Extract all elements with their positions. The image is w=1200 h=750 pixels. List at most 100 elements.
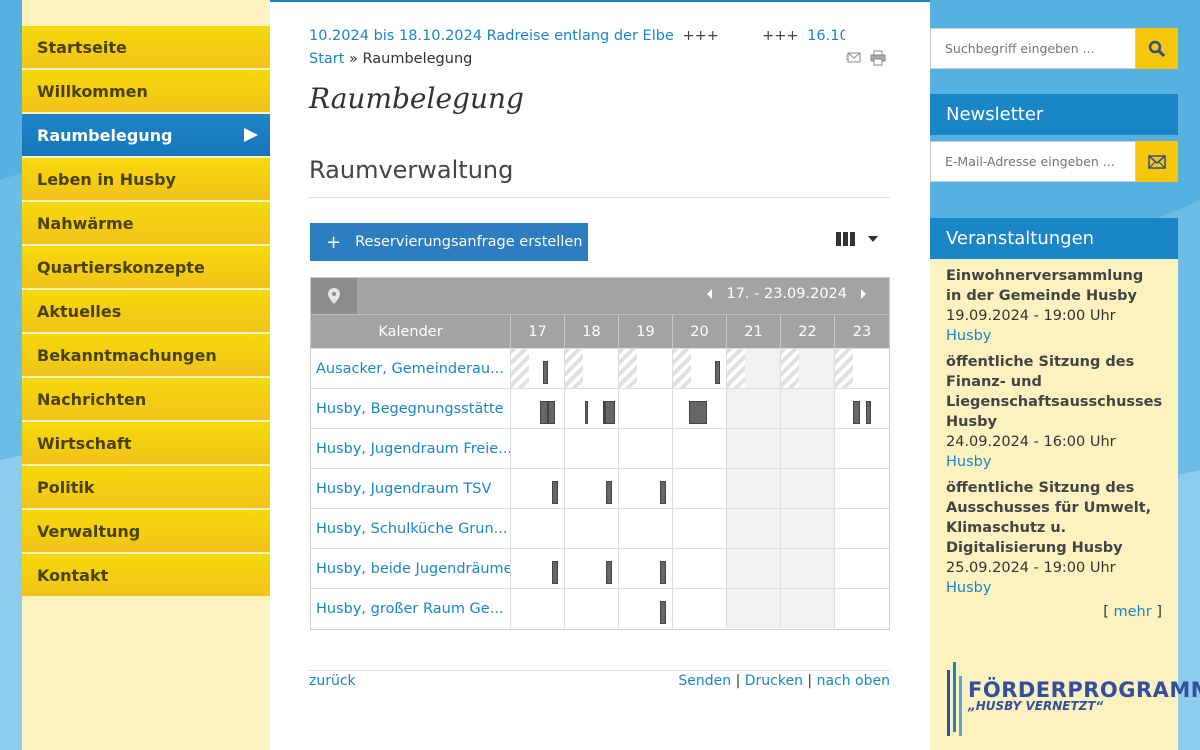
calendar-day-cell[interactable]	[727, 509, 781, 548]
calendar-day-cell[interactable]	[619, 389, 673, 428]
calendar-day-cell[interactable]	[565, 389, 619, 428]
reservation-block[interactable]	[866, 401, 871, 424]
calendar-day-cell[interactable]	[835, 549, 889, 588]
calendar-day-cell[interactable]	[565, 429, 619, 468]
print-link[interactable]: Drucken	[745, 673, 803, 689]
calendar-day-cell[interactable]	[835, 429, 889, 468]
event-location-link[interactable]: Husby	[946, 326, 1162, 346]
nav-item-aktuelles[interactable]: Aktuelles	[22, 290, 270, 334]
ticker-item[interactable]: 16.10.2024 g	[807, 28, 845, 44]
calendar-day-cell[interactable]	[619, 509, 673, 548]
reservation-block[interactable]	[552, 561, 558, 584]
room-link[interactable]: Ausacker, Gemeinderau...	[311, 349, 511, 388]
calendar-day-cell[interactable]	[619, 349, 673, 388]
nav-item-startseite[interactable]: Startseite	[22, 26, 270, 70]
back-link[interactable]: zurück	[309, 673, 356, 689]
event-location-link[interactable]: Husby	[946, 452, 1162, 472]
calendar-day-cell[interactable]	[781, 549, 835, 588]
nav-item-verwaltung[interactable]: Verwaltung	[22, 510, 270, 554]
calendar-day-cell[interactable]	[511, 589, 565, 628]
calendar-day-cell[interactable]	[511, 509, 565, 548]
nav-item-willkommen[interactable]: Willkommen	[22, 70, 270, 114]
reservation-block[interactable]	[689, 401, 707, 424]
calendar-day-cell[interactable]	[565, 469, 619, 508]
calendar-day-cell[interactable]	[673, 389, 727, 428]
day-header[interactable]: 17	[511, 315, 565, 348]
event-location-link[interactable]: Husby	[946, 578, 1162, 598]
calendar-day-cell[interactable]	[727, 469, 781, 508]
calendar-day-cell[interactable]	[565, 549, 619, 588]
day-header[interactable]: 19	[619, 315, 673, 348]
calendar-day-cell[interactable]	[511, 349, 565, 388]
nav-item-nachrichten[interactable]: Nachrichten	[22, 378, 270, 422]
nav-item-politik[interactable]: Politik	[22, 466, 270, 510]
back-to-top-link[interactable]: nach oben	[817, 673, 890, 689]
room-link[interactable]: Husby, Jugendraum Freie...	[311, 429, 511, 468]
reservation-block[interactable]	[660, 561, 666, 584]
reservation-block[interactable]	[548, 401, 555, 424]
calendar-day-cell[interactable]	[727, 349, 781, 388]
calendar-day-cell[interactable]	[835, 389, 889, 428]
calendar-day-cell[interactable]	[781, 389, 835, 428]
calendar-day-cell[interactable]	[619, 549, 673, 588]
reservation-block[interactable]	[552, 481, 558, 504]
calendar-day-cell[interactable]	[619, 429, 673, 468]
email-share-icon[interactable]	[846, 50, 862, 64]
calendar-day-cell[interactable]	[673, 549, 727, 588]
reservation-block[interactable]	[853, 401, 860, 424]
calendar-day-cell[interactable]	[727, 429, 781, 468]
newsletter-email-input[interactable]	[930, 141, 1136, 182]
day-header[interactable]: 20	[673, 315, 727, 348]
reservation-block[interactable]	[585, 401, 588, 424]
calendar-day-cell[interactable]	[673, 589, 727, 628]
calendar-day-cell[interactable]	[619, 589, 673, 628]
calendar-day-cell[interactable]	[673, 469, 727, 508]
more-events-link[interactable]: mehr	[1114, 604, 1152, 620]
next-week-icon[interactable]	[859, 287, 869, 301]
previous-week-icon[interactable]	[704, 287, 714, 301]
calendar-day-cell[interactable]	[781, 429, 835, 468]
room-link[interactable]: Husby, Jugendraum TSV	[311, 469, 511, 508]
ticker-item[interactable]: 10.2024 bis 18.10.2024 Radreise entlang …	[309, 28, 674, 44]
calendar-day-cell[interactable]	[673, 509, 727, 548]
calendar-day-cell[interactable]	[835, 509, 889, 548]
reservation-block[interactable]	[660, 481, 666, 504]
calendar-day-cell[interactable]	[727, 589, 781, 628]
breadcrumb-home-link[interactable]: Start	[309, 51, 344, 67]
day-header[interactable]: 21	[727, 315, 781, 348]
search-button[interactable]	[1136, 28, 1178, 69]
nav-item-quartierskonzepte[interactable]: Quartierskonzepte	[22, 246, 270, 290]
calendar-day-cell[interactable]	[835, 589, 889, 628]
reservation-block[interactable]	[715, 361, 720, 384]
create-reservation-button[interactable]: + Reservierungsanfrage erstellen	[310, 223, 588, 261]
calendar-day-cell[interactable]	[511, 549, 565, 588]
calendar-day-cell[interactable]	[835, 349, 889, 388]
calendar-day-cell[interactable]	[781, 469, 835, 508]
calendar-day-cell[interactable]	[673, 429, 727, 468]
calendar-day-cell[interactable]	[835, 469, 889, 508]
nav-item-kontakt[interactable]: Kontakt	[22, 554, 270, 598]
calendar-day-cell[interactable]	[673, 349, 727, 388]
view-mode-dropdown[interactable]	[836, 232, 878, 246]
nav-item-nahwaerme[interactable]: Nahwärme	[22, 202, 270, 246]
nav-item-wirtschaft[interactable]: Wirtschaft	[22, 422, 270, 466]
day-header[interactable]: 18	[565, 315, 619, 348]
nav-item-raumbelegung[interactable]: Raumbelegung	[22, 114, 270, 158]
printer-icon[interactable]	[870, 50, 886, 66]
calendar-day-cell[interactable]	[619, 469, 673, 508]
calendar-day-cell[interactable]	[727, 549, 781, 588]
reservation-block[interactable]	[540, 401, 548, 424]
room-link[interactable]: Husby, Begegnungsstätte	[311, 389, 511, 428]
calendar-day-cell[interactable]	[511, 389, 565, 428]
reservation-block[interactable]	[606, 481, 612, 504]
news-ticker[interactable]: 10.2024 bis 18.10.2024 Radreise entlang …	[309, 28, 845, 48]
calendar-day-cell[interactable]	[565, 509, 619, 548]
calendar-day-cell[interactable]	[511, 469, 565, 508]
calendar-day-cell[interactable]	[511, 429, 565, 468]
location-filter-button[interactable]	[311, 278, 357, 314]
calendar-day-cell[interactable]	[565, 589, 619, 628]
room-link[interactable]: Husby, Schulküche Grun...	[311, 509, 511, 548]
nav-item-bekanntmachungen[interactable]: Bekanntmachungen	[22, 334, 270, 378]
room-link[interactable]: Husby, beide Jugendräume	[311, 549, 511, 588]
reservation-block[interactable]	[606, 561, 612, 584]
